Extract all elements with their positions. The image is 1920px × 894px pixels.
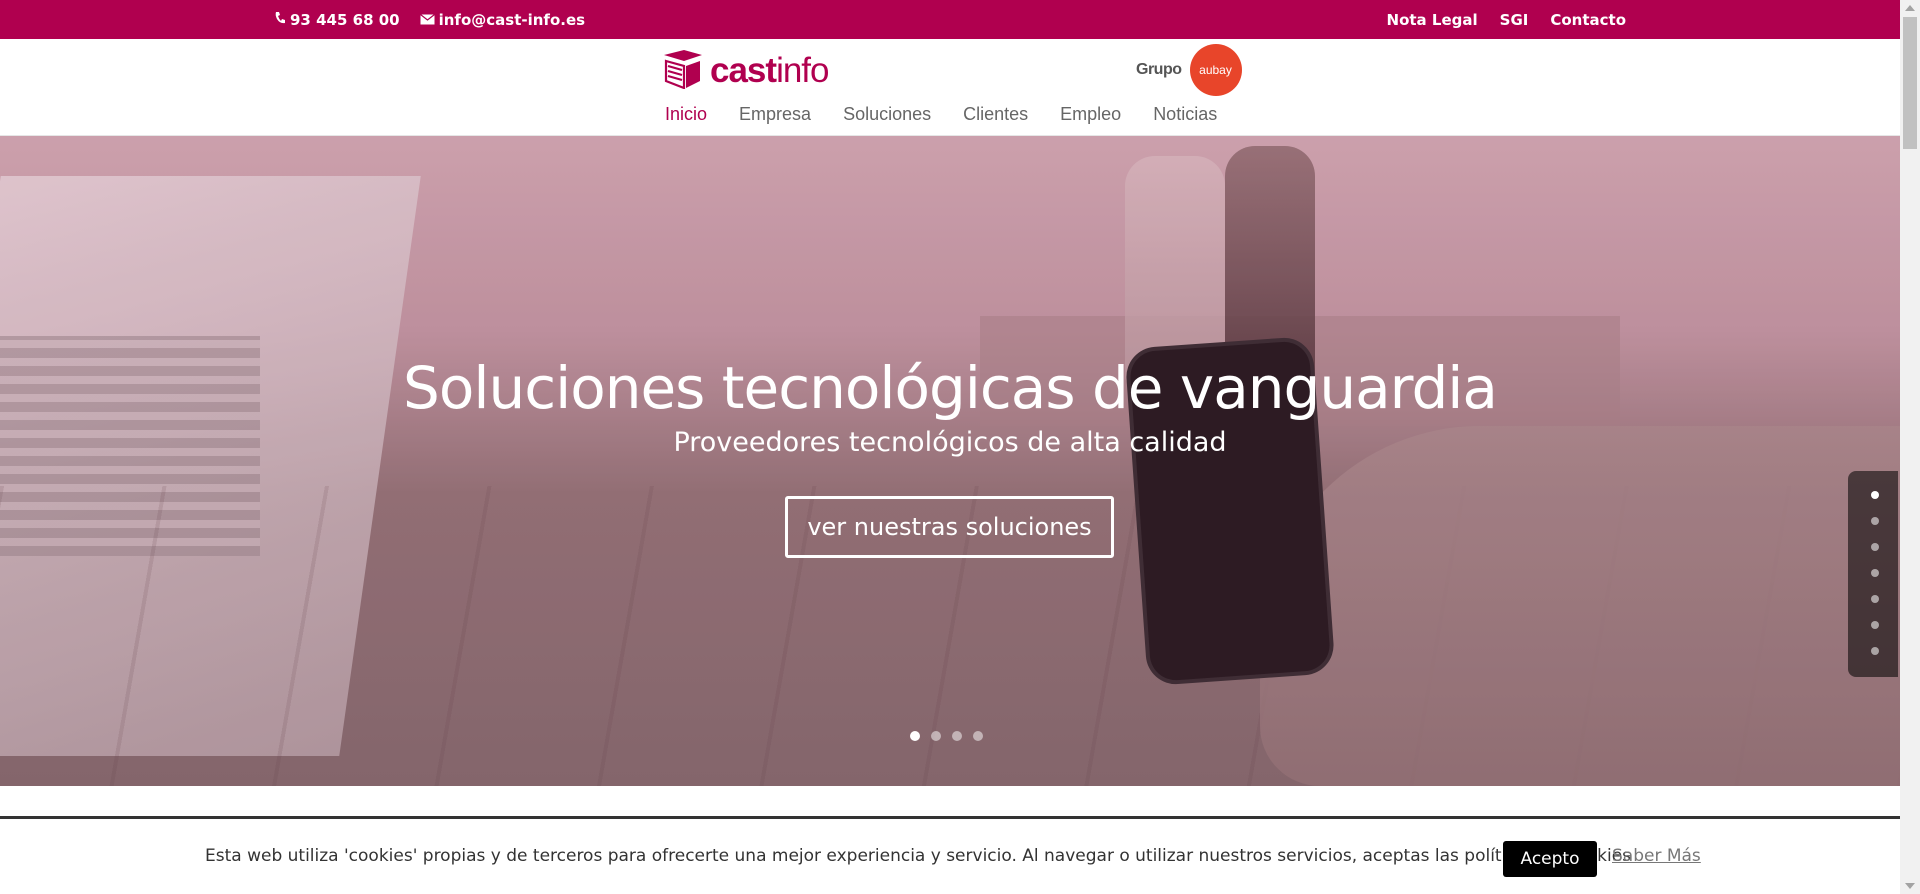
section-dot-2[interactable] (1871, 517, 1879, 525)
phone-number: 93 445 68 00 (290, 10, 400, 29)
hero-content: Soluciones tecnológicas de vanguardia Pr… (0, 136, 1900, 786)
logo-text: castinfo (710, 51, 830, 90)
slider-dot-3[interactable] (952, 731, 962, 741)
sgi-link[interactable]: SGI (1500, 11, 1529, 29)
slider-dot-2[interactable] (931, 731, 941, 741)
cookie-banner: Esta web utiliza 'cookies' propias y de … (0, 816, 1900, 894)
contacto-link[interactable]: Contacto (1550, 11, 1626, 29)
phone-icon (274, 11, 286, 29)
grupo-aubay[interactable]: Grupo aubay (1136, 44, 1242, 96)
cookie-message: Esta web utiliza 'cookies' propias y de … (205, 846, 1632, 866)
section-dot-6[interactable] (1871, 621, 1879, 629)
section-dot-7[interactable] (1871, 647, 1879, 655)
scroll-up-arrow-icon[interactable] (1905, 5, 1915, 11)
scrollbar-thumb[interactable] (1903, 17, 1917, 149)
aubay-logo: aubay (1189, 44, 1242, 96)
phone-link[interactable]: 93 445 68 00 (274, 11, 400, 29)
grupo-label: Grupo (1136, 61, 1182, 78)
envelope-icon (419, 11, 435, 29)
main-nav: Inicio Empresa Soluciones Clientes Emple… (665, 104, 1217, 125)
top-contact: 93 445 68 00 info@cast-info.es (274, 0, 585, 39)
saber-mas-link[interactable]: Saber Más (1612, 846, 1701, 866)
section-dot-3[interactable] (1871, 543, 1879, 551)
page-scrollbar[interactable] (1900, 0, 1920, 894)
nav-noticias[interactable]: Noticias (1153, 104, 1217, 125)
hero-title: Soluciones tecnológicas de vanguardia (403, 354, 1498, 422)
nav-empresa[interactable]: Empresa (739, 104, 811, 125)
section-dot-5[interactable] (1871, 595, 1879, 603)
email-address: info@cast-info.es (438, 10, 586, 29)
accept-cookies-button[interactable]: Acepto (1503, 841, 1597, 877)
site-header: castinfo Grupo aubay Inicio Empresa Solu… (0, 39, 1900, 136)
slider-dot-4[interactable] (973, 731, 983, 741)
nav-soluciones[interactable]: Soluciones (843, 104, 931, 125)
section-dot-4[interactable] (1871, 569, 1879, 577)
nav-inicio[interactable]: Inicio (665, 104, 707, 125)
top-bar: 93 445 68 00 info@cast-info.es Nota Lega… (0, 0, 1900, 39)
slider-dot-1[interactable] (910, 731, 920, 741)
email-link[interactable]: info@cast-info.es (419, 10, 586, 29)
scroll-down-arrow-icon[interactable] (1905, 883, 1915, 889)
top-links: Nota Legal SGI Contacto (1387, 0, 1626, 39)
ver-soluciones-button[interactable]: ver nuestras soluciones (785, 496, 1114, 558)
slider-pagination (910, 731, 983, 741)
hero-subtitle: Proveedores tecnológicos de alta calidad (673, 427, 1227, 458)
section-navigation (1848, 471, 1898, 677)
nav-clientes[interactable]: Clientes (963, 104, 1028, 125)
nav-empleo[interactable]: Empleo (1060, 104, 1121, 125)
section-dot-1[interactable] (1871, 491, 1879, 499)
nota-legal-link[interactable]: Nota Legal (1387, 11, 1478, 29)
castinfo-logo[interactable]: castinfo (662, 49, 830, 93)
castinfo-logo-icon (662, 49, 704, 93)
hero-slider: Soluciones tecnológicas de vanguardia Pr… (0, 136, 1900, 786)
